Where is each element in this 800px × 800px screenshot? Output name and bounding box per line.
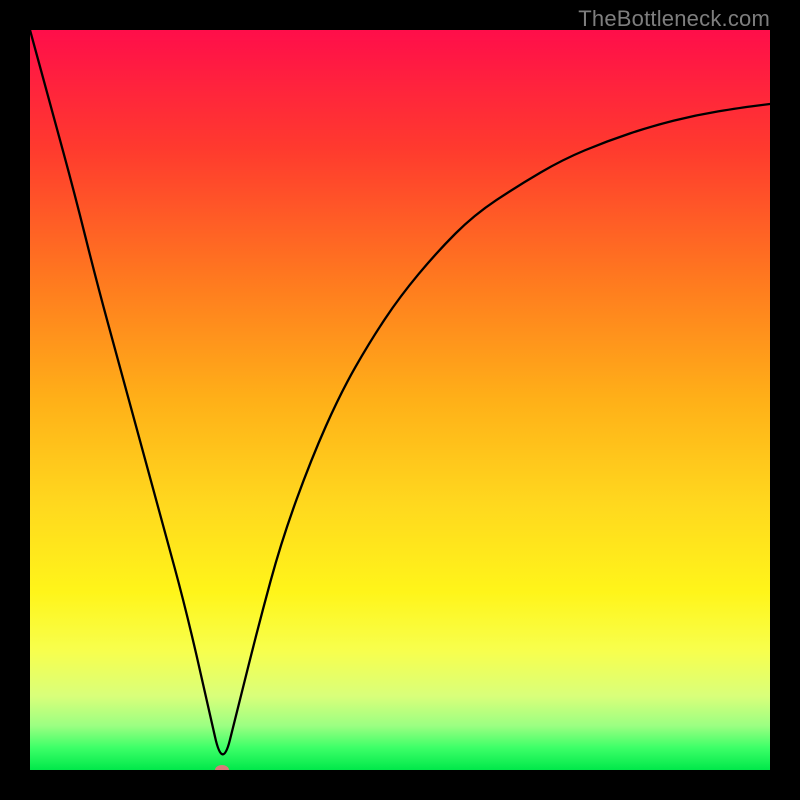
chart-frame: TheBottleneck.com bbox=[0, 0, 800, 800]
bottleneck-curve bbox=[30, 30, 770, 754]
plot-area bbox=[30, 30, 770, 770]
watermark-text: TheBottleneck.com bbox=[578, 6, 770, 32]
minimum-marker bbox=[215, 765, 229, 770]
curve-svg bbox=[30, 30, 770, 770]
